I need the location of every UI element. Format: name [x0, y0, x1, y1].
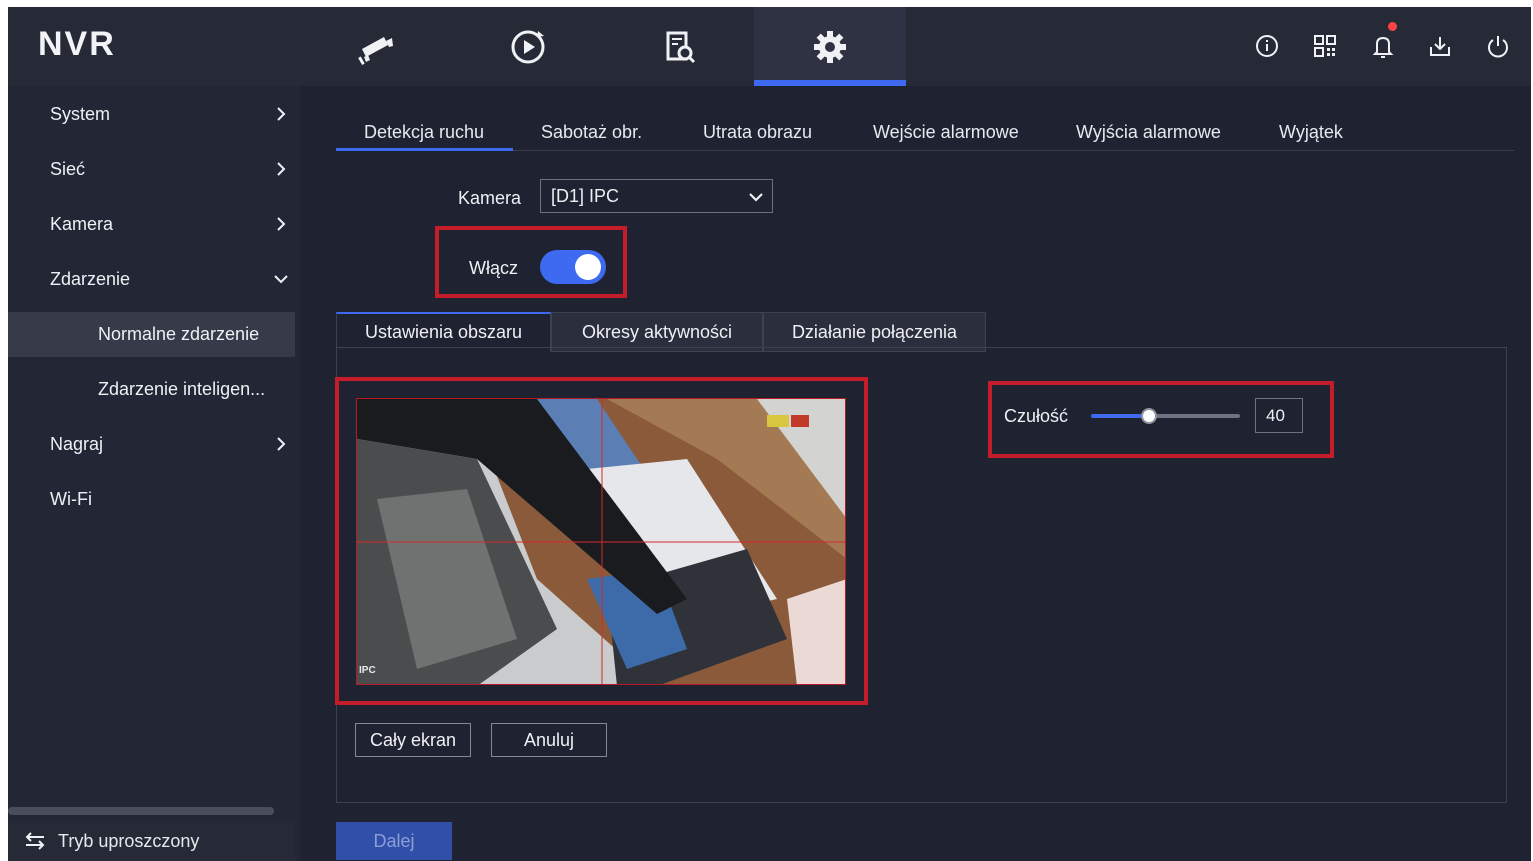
camera-image [357, 399, 845, 684]
active-tab-indicator [336, 148, 513, 151]
sidebar-item-event[interactable]: Zdarzenie [8, 257, 295, 302]
preview-overlay-label: IPC [359, 665, 376, 676]
simplified-mode-label: Tryb uproszczony [58, 830, 200, 851]
top-bar: NVR [8, 7, 1531, 86]
notifications-button[interactable] [1369, 32, 1397, 60]
sidebar-item-label: Wi-Fi [50, 489, 92, 509]
info-icon [1256, 35, 1278, 57]
notification-dot [1388, 22, 1397, 31]
sidebar-item-label: Kamera [50, 214, 114, 234]
tab-video-loss[interactable]: Utrata obrazu [703, 122, 812, 152]
sensitivity-slider-handle[interactable] [1141, 408, 1157, 424]
sidebar-item-label: Normalne zdarzenie [98, 324, 260, 344]
sensitivity-slider-track[interactable] [1149, 414, 1240, 418]
nav-tab-settings[interactable] [754, 7, 906, 86]
settings-gear-icon [814, 30, 846, 63]
chevron-right-icon [277, 162, 286, 176]
subtab-area-settings[interactable]: Ustawienia obszaru [336, 312, 551, 352]
sidebar-item-label: Nagraj [50, 434, 104, 454]
qr-code-button[interactable] [1311, 32, 1339, 60]
playback-icon [511, 30, 545, 63]
simplified-mode-button[interactable]: Tryb uproszczony [8, 821, 295, 861]
power-icon [1488, 36, 1508, 58]
search-files-icon [666, 31, 696, 63]
cancel-button[interactable]: Anuluj [491, 723, 607, 757]
enable-label: Włącz [469, 258, 518, 278]
camera-select-value: [D1] IPC [551, 185, 620, 206]
sidebar-item-record[interactable]: Nagraj [8, 422, 295, 467]
sidebar-item-label: Zdarzenie [50, 269, 131, 289]
nav-tab-live-view[interactable] [300, 7, 452, 86]
tab-exception[interactable]: Wyjątek [1279, 122, 1343, 152]
chevron-down-icon [274, 275, 288, 284]
fullscreen-button[interactable]: Cały ekran [355, 723, 471, 757]
sensitivity-label: Czułość [1004, 406, 1069, 426]
qr-code-icon [1314, 35, 1336, 57]
toggle-knob [575, 254, 601, 280]
swap-arrows-icon [25, 832, 45, 850]
sidebar-item-camera[interactable]: Kamera [8, 202, 295, 247]
sidebar-item-label: Sieć [50, 159, 86, 179]
app-logo: NVR [38, 25, 116, 63]
camera-icon [358, 36, 393, 65]
sidebar-item-system[interactable]: System [8, 92, 295, 137]
sidebar: System Sieć Kamera Zdarzenie Normalne zd… [8, 86, 300, 861]
nav-tab-playback[interactable] [452, 7, 604, 86]
sensitivity-value-input[interactable]: 40 [1255, 398, 1303, 433]
power-button[interactable] [1484, 32, 1512, 60]
next-button[interactable]: Dalej [336, 822, 452, 860]
nav-tab-search[interactable] [604, 7, 756, 86]
download-button[interactable] [1426, 32, 1454, 60]
download-icon [1430, 37, 1450, 56]
camera-select[interactable]: [D1] IPC [540, 179, 773, 213]
sidebar-item-wifi[interactable]: Wi-Fi [8, 477, 295, 522]
bell-icon [1372, 36, 1394, 58]
sidebar-item-label: Zdarzenie inteligen... [98, 379, 266, 399]
nvr-window: NVR System Sieć Kamera Zdarzenie Normaln… [8, 7, 1531, 861]
chevron-right-icon [277, 437, 286, 451]
chevron-down-icon [749, 193, 763, 202]
tab-alarm-output[interactable]: Wyjścia alarmowe [1076, 122, 1221, 152]
tab-tampering[interactable]: Sabotaż obr. [541, 122, 642, 152]
sidebar-scrollbar[interactable] [8, 807, 274, 815]
sidebar-item-normal-event[interactable]: Normalne zdarzenie [8, 312, 295, 357]
subtab-linkage-action[interactable]: Działanie połączenia [763, 312, 986, 352]
sidebar-item-network[interactable]: Sieć [8, 147, 295, 192]
tab-alarm-input[interactable]: Wejście alarmowe [873, 122, 1019, 152]
camera-preview[interactable]: IPC [356, 398, 846, 685]
subtab-active-periods[interactable]: Okresy aktywności [551, 312, 763, 352]
sidebar-item-label: System [50, 104, 111, 124]
chevron-right-icon [277, 107, 286, 121]
enable-toggle[interactable] [540, 250, 606, 284]
sidebar-item-smart-event[interactable]: Zdarzenie inteligen... [8, 367, 295, 412]
chevron-right-icon [277, 217, 286, 231]
camera-label: Kamera [458, 188, 522, 208]
info-button[interactable] [1253, 32, 1281, 60]
